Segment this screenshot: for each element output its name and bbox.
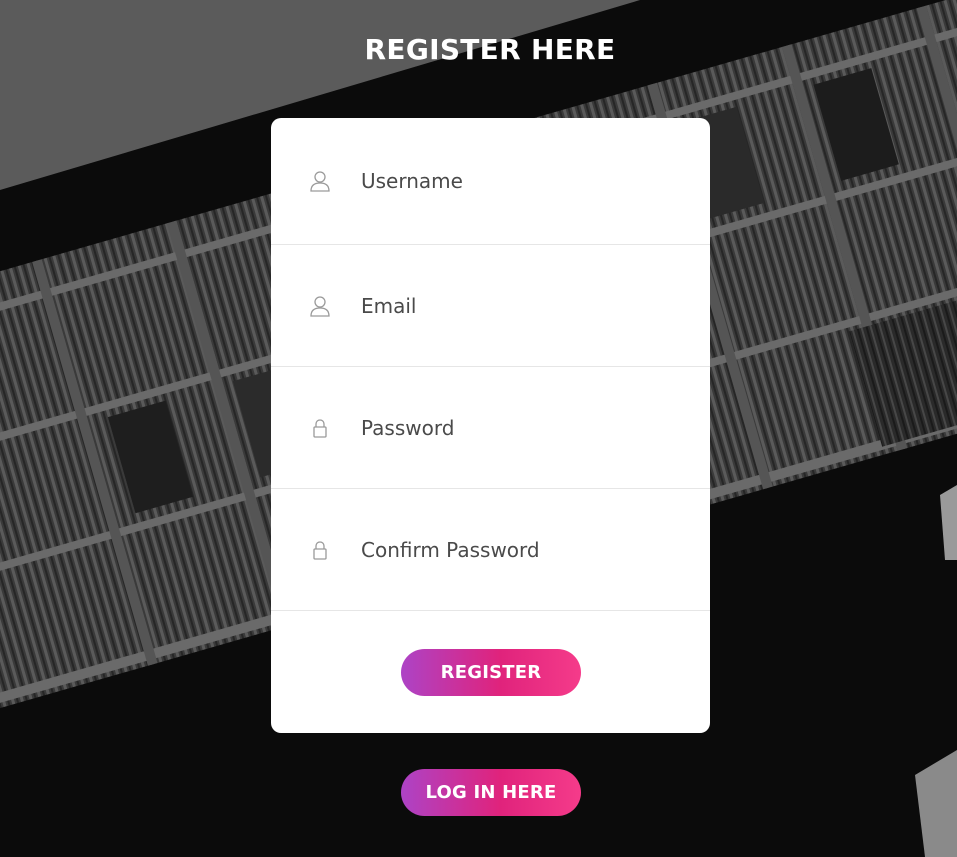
login-button[interactable]: LOG IN HERE	[401, 769, 581, 816]
user-icon	[309, 170, 331, 192]
confirm-password-input[interactable]	[361, 537, 681, 562]
register-form-card: REGISTER	[271, 118, 710, 733]
password-field-row	[271, 367, 710, 489]
lock-icon	[309, 417, 331, 439]
user-icon	[309, 295, 331, 317]
confirm-password-field-row	[271, 489, 710, 611]
lock-icon	[309, 539, 331, 561]
username-input[interactable]	[361, 169, 681, 193]
register-button[interactable]: REGISTER	[401, 649, 581, 696]
register-page: REGISTER HERE Username Email REGISTER LO…	[0, 0, 957, 857]
username-field-row	[271, 118, 710, 245]
password-input[interactable]	[361, 415, 681, 440]
email-input[interactable]	[361, 293, 681, 318]
email-field-row	[271, 245, 710, 367]
page-title: REGISTER HERE	[364, 33, 616, 66]
